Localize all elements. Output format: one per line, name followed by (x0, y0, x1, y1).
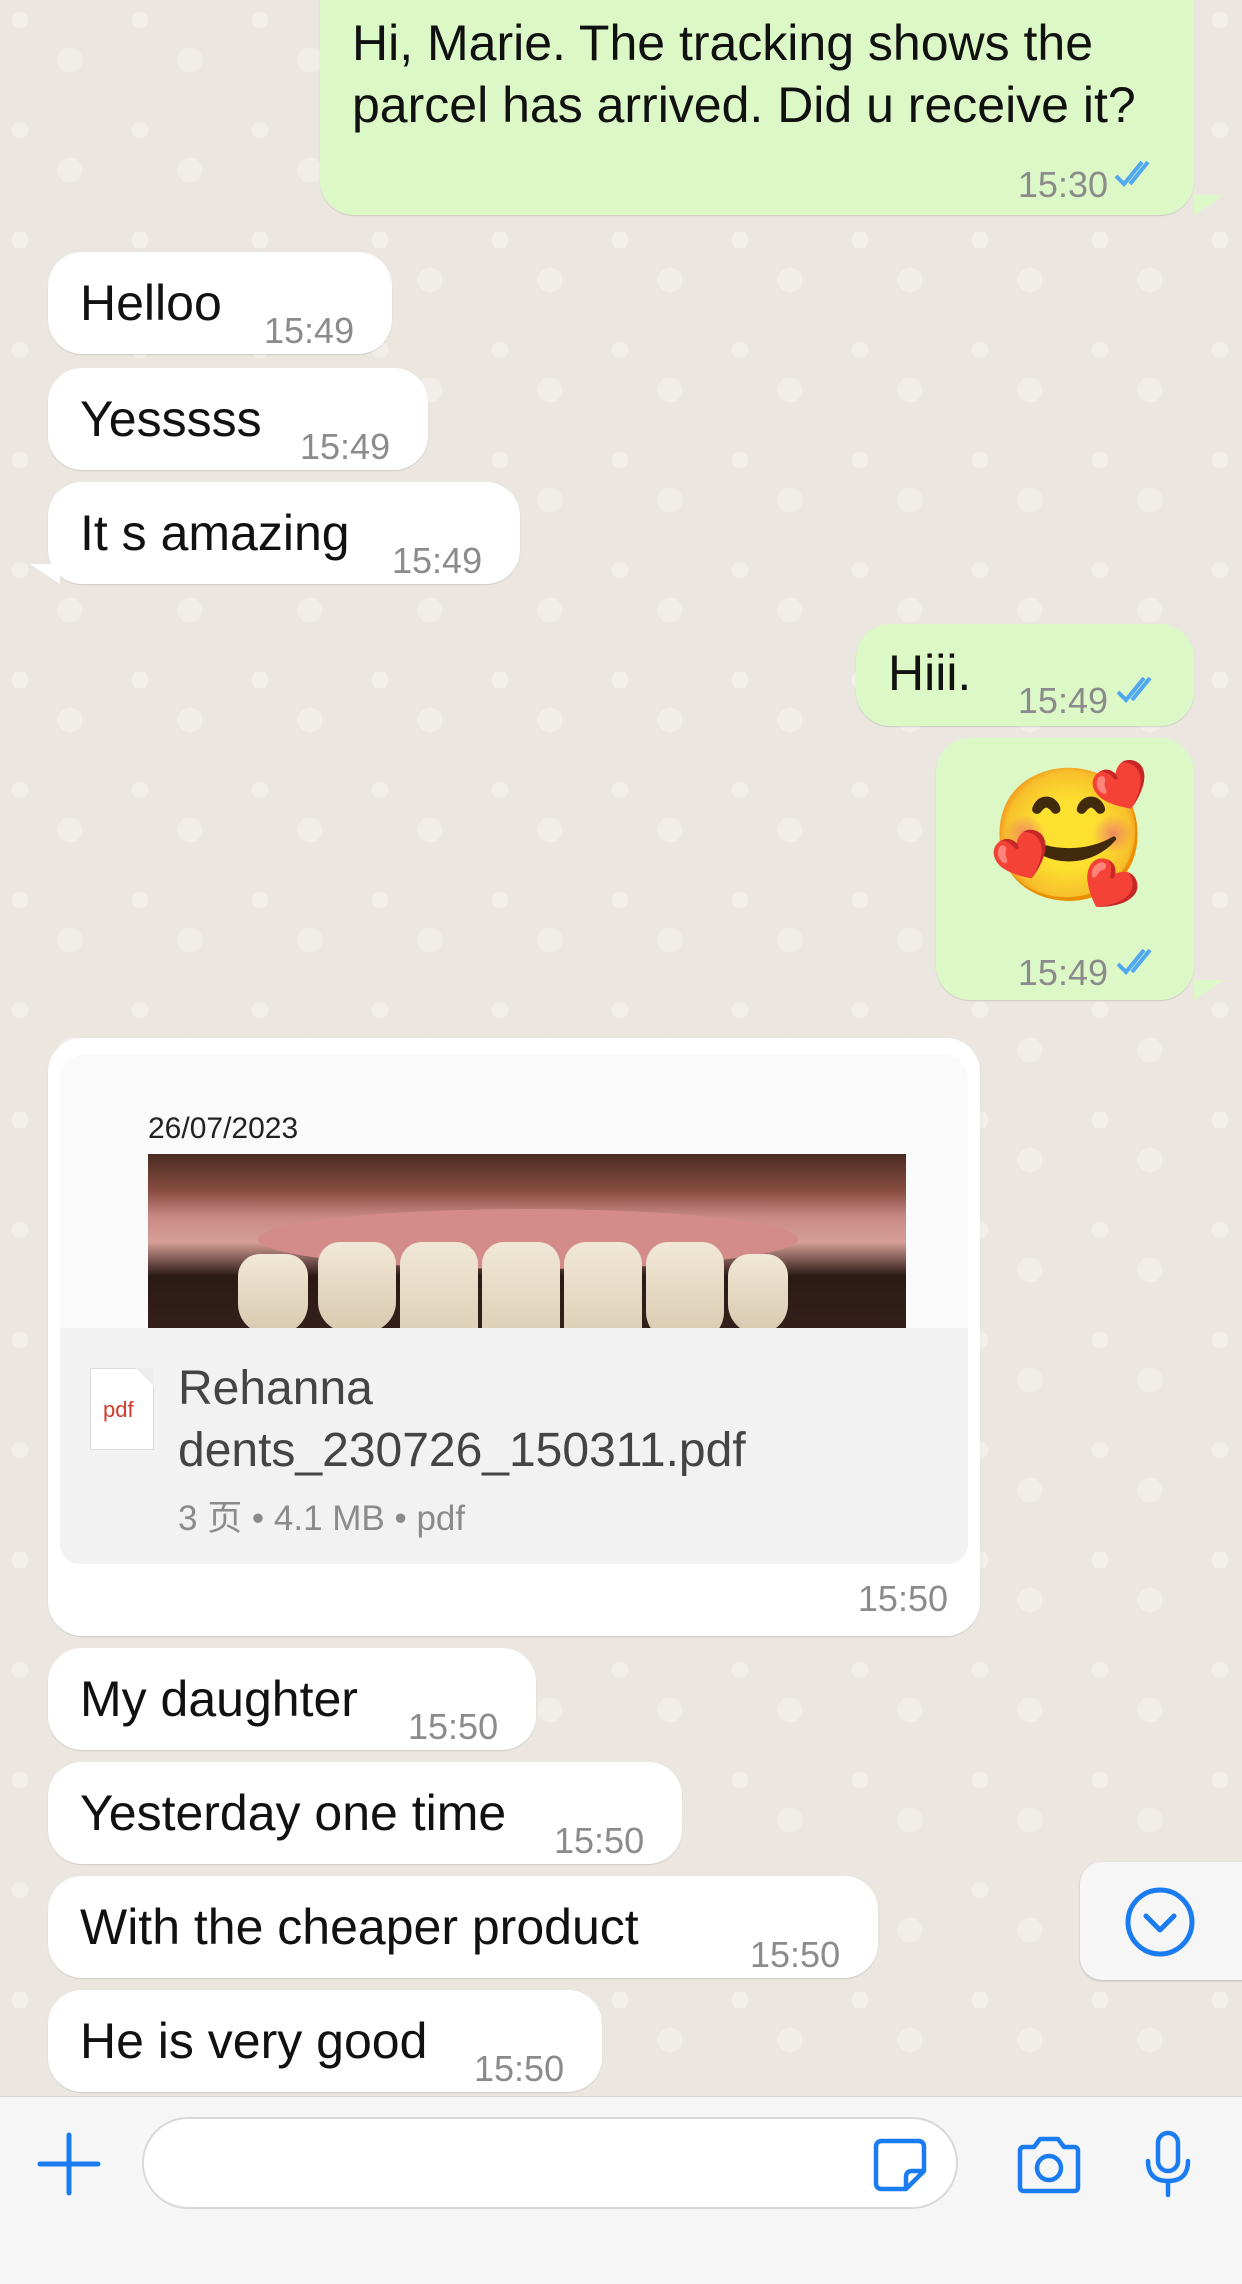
message-incoming[interactable]: He is very good 15:50 (48, 1990, 602, 2092)
camera-icon[interactable] (1014, 2135, 1084, 2195)
message-time: 15:30 (1017, 164, 1108, 205)
message-outgoing[interactable]: Hiii. 15:49 (856, 624, 1194, 726)
file-name: Rehanna dents_230726_150311.pdf (178, 1358, 938, 1482)
tooth-shape (646, 1242, 724, 1342)
document-preview[interactable]: 26/07/2023 (60, 1054, 968, 1364)
message-time: 15:50 (750, 1934, 841, 1975)
message-text: Helloo (80, 275, 222, 331)
message-outgoing[interactable]: Hi, Marie. The tracking shows the parcel… (320, 0, 1194, 215)
file-name-line: dents_230726_150311.pdf (178, 1424, 746, 1477)
read-receipt-icon (1114, 160, 1150, 187)
tooth-shape (238, 1254, 308, 1334)
message-time: 15:49 (264, 310, 355, 351)
message-incoming[interactable]: Yesssss 15:49 (48, 368, 428, 470)
message-text: Hi, Marie. The tracking shows the (352, 15, 1094, 71)
message-outgoing-emoji[interactable]: 🥰 15:49 (936, 738, 1194, 1000)
message-time: 15:50 (474, 2048, 565, 2089)
sticker-icon[interactable] (870, 2135, 930, 2195)
read-receipt-icon (1116, 948, 1152, 975)
message-incoming[interactable]: My daughter 15:50 (48, 1648, 536, 1750)
message-text: Hiii. (888, 645, 972, 701)
emoji: 🥰 (988, 762, 1150, 908)
message-text: Yesssss (80, 391, 262, 447)
message-time: 15:50 (554, 1820, 645, 1861)
message-time: 15:50 (408, 1706, 499, 1747)
message-time: 15:50 (857, 1578, 948, 1619)
bubble-tail (1194, 195, 1224, 215)
bubble-tail (30, 564, 60, 584)
message-incoming[interactable]: Helloo 15:49 (48, 252, 392, 354)
scroll-to-bottom-button[interactable] (1080, 1862, 1242, 1980)
composer-bar (0, 2096, 1242, 2284)
message-time: 15:49 (392, 540, 483, 581)
message-input[interactable] (142, 2117, 958, 2209)
pdf-icon-label: pdf (103, 1397, 134, 1422)
document-message[interactable]: 26/07/2023 pdf Rehanna dents_230726_1503… (48, 1038, 980, 1636)
tooth-shape (318, 1242, 396, 1332)
file-name-line: Rehanna (178, 1362, 373, 1415)
pdf-fold (136, 1368, 154, 1386)
message-time: 15:49 (300, 426, 391, 467)
message-text: It s amazing (80, 505, 350, 561)
message-incoming[interactable]: With the cheaper product 15:50 (48, 1876, 878, 1978)
file-meta: 3 页 • 4.1 MB • pdf (178, 1499, 466, 1538)
document-file-row[interactable]: pdf Rehanna dents_230726_150311.pdf 3 页 … (60, 1328, 968, 1564)
message-incoming[interactable]: Yesterday one time 15:50 (48, 1762, 682, 1864)
message-time: 15:49 (1017, 680, 1108, 721)
message-text: With the cheaper product (80, 1899, 639, 1955)
pdf-file-icon: pdf (90, 1368, 154, 1450)
message-text: parcel has arrived. Did u receive it? (352, 77, 1136, 133)
message-text: My daughter (80, 1671, 358, 1727)
plus-icon[interactable] (36, 2131, 102, 2197)
message-text: Yesterday one time (80, 1785, 507, 1841)
message-time: 15:49 (1017, 952, 1108, 993)
microphone-icon[interactable] (1140, 2129, 1196, 2201)
message-text: He is very good (80, 2013, 428, 2069)
bubble-tail (1194, 980, 1224, 1000)
chevron-down-circle-icon (1125, 1887, 1195, 1957)
message-incoming[interactable]: It s amazing 15:49 (48, 482, 520, 584)
tooth-shape (728, 1254, 788, 1334)
preview-date: 26/07/2023 (148, 1112, 299, 1145)
read-receipt-icon (1116, 676, 1152, 703)
